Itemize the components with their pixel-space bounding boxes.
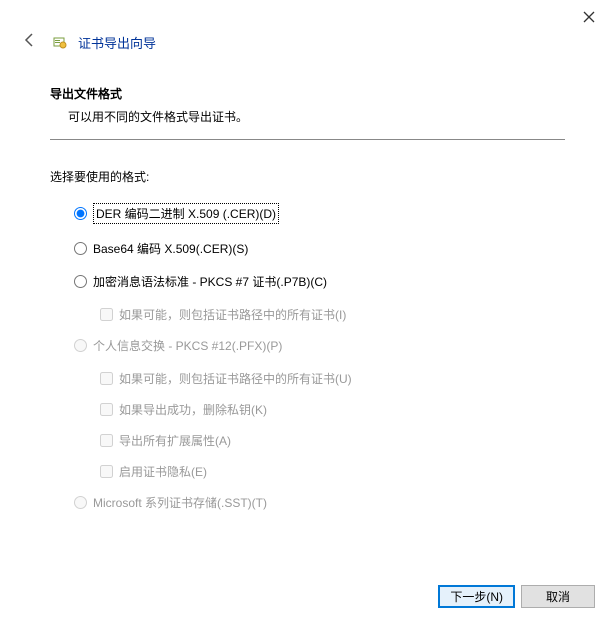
label-pfx-delete: 如果导出成功，删除私钥(K) xyxy=(119,401,267,418)
option-sst: Microsoft 系列证书存储(.SST)(T) xyxy=(74,494,565,511)
radio-der[interactable] xyxy=(74,207,87,220)
label-pfx-include: 如果可能，则包括证书路径中的所有证书(U) xyxy=(119,370,352,387)
checkbox-pfx-ext xyxy=(100,434,113,447)
label-pkcs7[interactable]: 加密消息语法标准 - PKCS #7 证书(.P7B)(C) xyxy=(93,273,327,290)
format-prompt: 选择要使用的格式: xyxy=(50,168,565,185)
wizard-header: 证书导出向导 xyxy=(0,0,615,55)
label-pkcs7-include: 如果可能，则包括证书路径中的所有证书(I) xyxy=(119,306,346,323)
label-der[interactable]: DER 编码二进制 X.509 (.CER)(D) xyxy=(93,203,279,224)
radio-sst xyxy=(74,496,87,509)
section-title: 导出文件格式 xyxy=(50,85,565,102)
content-area: 导出文件格式 可以用不同的文件格式导出证书。 选择要使用的格式: DER 编码二… xyxy=(0,55,615,511)
radio-pkcs7[interactable] xyxy=(74,275,87,288)
radio-pfx xyxy=(74,339,87,352)
cancel-button[interactable]: 取消 xyxy=(521,585,595,608)
checkbox-pfx-delete xyxy=(100,403,113,416)
section-description: 可以用不同的文件格式导出证书。 xyxy=(50,108,565,125)
back-arrow-icon xyxy=(22,32,38,48)
footer-buttons: 下一步(N) 取消 xyxy=(438,585,595,608)
option-pfx-priv: 启用证书隐私(E) xyxy=(100,463,565,480)
option-pkcs7[interactable]: 加密消息语法标准 - PKCS #7 证书(.P7B)(C) xyxy=(74,273,565,290)
checkbox-pfx-priv xyxy=(100,465,113,478)
checkbox-pkcs7-include xyxy=(100,308,113,321)
back-button[interactable] xyxy=(18,30,42,55)
option-pfx: 个人信息交换 - PKCS #12(.PFX)(P) xyxy=(74,337,565,354)
label-pfx: 个人信息交换 - PKCS #12(.PFX)(P) xyxy=(93,337,282,354)
certificate-icon xyxy=(52,35,68,51)
close-icon xyxy=(583,11,595,23)
label-pfx-priv: 启用证书隐私(E) xyxy=(119,463,207,480)
divider xyxy=(50,139,565,140)
option-pkcs7-include: 如果可能，则包括证书路径中的所有证书(I) xyxy=(100,306,565,323)
option-der[interactable]: DER 编码二进制 X.509 (.CER)(D) xyxy=(74,203,565,224)
option-pfx-delete: 如果导出成功，删除私钥(K) xyxy=(100,401,565,418)
radio-base64[interactable] xyxy=(74,242,87,255)
label-base64[interactable]: Base64 编码 X.509(.CER)(S) xyxy=(93,240,248,257)
checkbox-pfx-include xyxy=(100,372,113,385)
format-options: DER 编码二进制 X.509 (.CER)(D) Base64 编码 X.50… xyxy=(50,203,565,511)
option-pfx-ext: 导出所有扩展属性(A) xyxy=(100,432,565,449)
label-pfx-ext: 导出所有扩展属性(A) xyxy=(119,432,231,449)
wizard-title: 证书导出向导 xyxy=(78,33,156,52)
next-button[interactable]: 下一步(N) xyxy=(438,585,515,608)
option-base64[interactable]: Base64 编码 X.509(.CER)(S) xyxy=(74,240,565,257)
label-sst: Microsoft 系列证书存储(.SST)(T) xyxy=(93,494,267,511)
option-pfx-include: 如果可能，则包括证书路径中的所有证书(U) xyxy=(100,370,565,387)
close-button[interactable] xyxy=(575,6,603,30)
